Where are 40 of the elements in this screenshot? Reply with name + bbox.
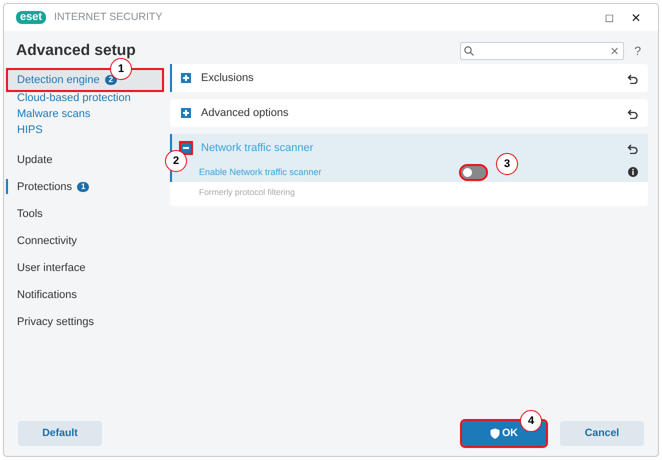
- expand-button[interactable]: [181, 73, 191, 84]
- cancel-button[interactable]: Cancel: [560, 421, 644, 446]
- sidebar-item[interactable]: Protections 1: [8, 173, 162, 200]
- count-badge: 1: [77, 182, 90, 192]
- expand-button[interactable]: [181, 143, 191, 154]
- sidebar-item[interactable]: Cloud-based protection: [8, 90, 162, 106]
- count-badge: 2: [104, 75, 118, 86]
- info-icon[interactable]: [628, 167, 638, 178]
- close-button[interactable]: ✕: [626, 8, 646, 26]
- expand-button[interactable]: [181, 108, 191, 118]
- callout-number: 2: [165, 150, 187, 172]
- default-button[interactable]: Default: [18, 421, 102, 446]
- sidebar-item[interactable]: HIPS: [8, 122, 162, 138]
- revert-icon[interactable]: [627, 108, 638, 119]
- toggle-switch[interactable]: [461, 166, 486, 179]
- section-header[interactable]: Exclusions: [170, 64, 648, 92]
- sidebar-item[interactable]: Notifications: [8, 281, 162, 308]
- app-logo: eset: [16, 11, 46, 24]
- revert-icon[interactable]: [627, 142, 638, 154]
- maximize-button[interactable]: □: [600, 8, 618, 26]
- sidebar-item[interactable]: User interface: [8, 254, 162, 282]
- callout-number: 4: [520, 410, 542, 432]
- sidebar-item[interactable]: Tools: [8, 200, 162, 228]
- section-title: Advanced options: [201, 106, 290, 121]
- revert-icon[interactable]: [627, 72, 638, 84]
- page-title: Advanced setup: [16, 41, 137, 61]
- help-button[interactable]: ?: [629, 42, 646, 60]
- setting-description: Formerly protocol filtering: [198, 186, 296, 200]
- sidebar-item[interactable]: Malware scans: [8, 106, 162, 122]
- sidebar-item[interactable]: Privacy settings: [8, 308, 162, 336]
- setting-label: Enable Network traffic scanner: [199, 166, 322, 178]
- window-title: INTERNET SECURITY: [54, 10, 162, 25]
- sidebar-item[interactable]: Connectivity: [8, 227, 162, 254]
- sidebar-item[interactable]: Update: [8, 146, 162, 174]
- shield-icon: [490, 428, 500, 439]
- clear-icon[interactable]: ✕: [610, 44, 619, 60]
- section-title: Exclusions: [201, 71, 255, 86]
- section-title: Network traffic scanner: [201, 141, 314, 156]
- section-header[interactable]: Advanced options: [170, 99, 648, 128]
- search-field[interactable]: [460, 42, 624, 60]
